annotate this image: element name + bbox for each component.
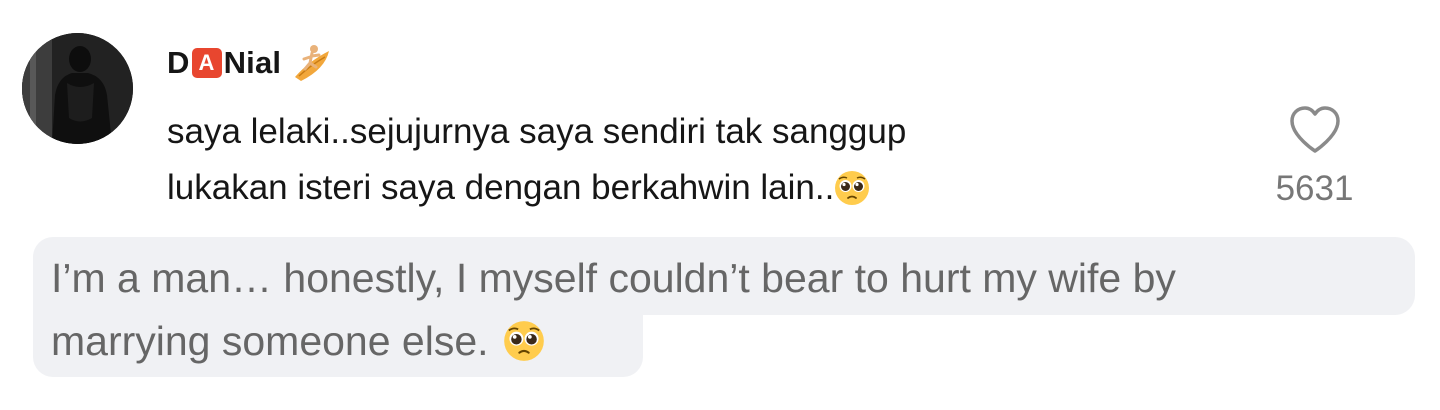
comment-card: D A Nial saya lelaki..sejujurnya saya se… bbox=[0, 0, 1440, 410]
username-suffix: Nial bbox=[223, 45, 282, 80]
pleading-face-icon bbox=[503, 321, 544, 361]
comment-text: saya lelaki..sejujurnya saya sendiri tak… bbox=[167, 104, 1167, 216]
like-control[interactable]: 5631 bbox=[1262, 105, 1367, 217]
comment-line-1: saya lelaki..sejujurnya saya sendiri tak… bbox=[167, 112, 907, 151]
translation-line-2-text: marrying someone else. bbox=[51, 318, 489, 364]
like-count: 5631 bbox=[1275, 169, 1354, 208]
pleading-face-icon bbox=[835, 171, 870, 205]
translation-line-1: I’m a man… honestly, I myself couldn’t b… bbox=[51, 255, 1176, 301]
heart-icon[interactable] bbox=[1288, 105, 1342, 155]
translation-bubble: I’m a man… honestly, I myself couldn’t b… bbox=[33, 237, 1415, 377]
translation-line-2: marrying someone else. bbox=[51, 313, 545, 369]
username-badge: A bbox=[191, 48, 222, 78]
username-prefix: D bbox=[167, 45, 190, 80]
username[interactable]: D A Nial bbox=[167, 42, 333, 84]
surfer-icon bbox=[295, 45, 330, 81]
comment-line-2-text: lukakan isteri saya dengan berkahwin lai… bbox=[167, 168, 835, 207]
avatar[interactable] bbox=[22, 33, 133, 144]
comment-line-2: lukakan isteri saya dengan berkahwin lai… bbox=[167, 160, 1167, 216]
